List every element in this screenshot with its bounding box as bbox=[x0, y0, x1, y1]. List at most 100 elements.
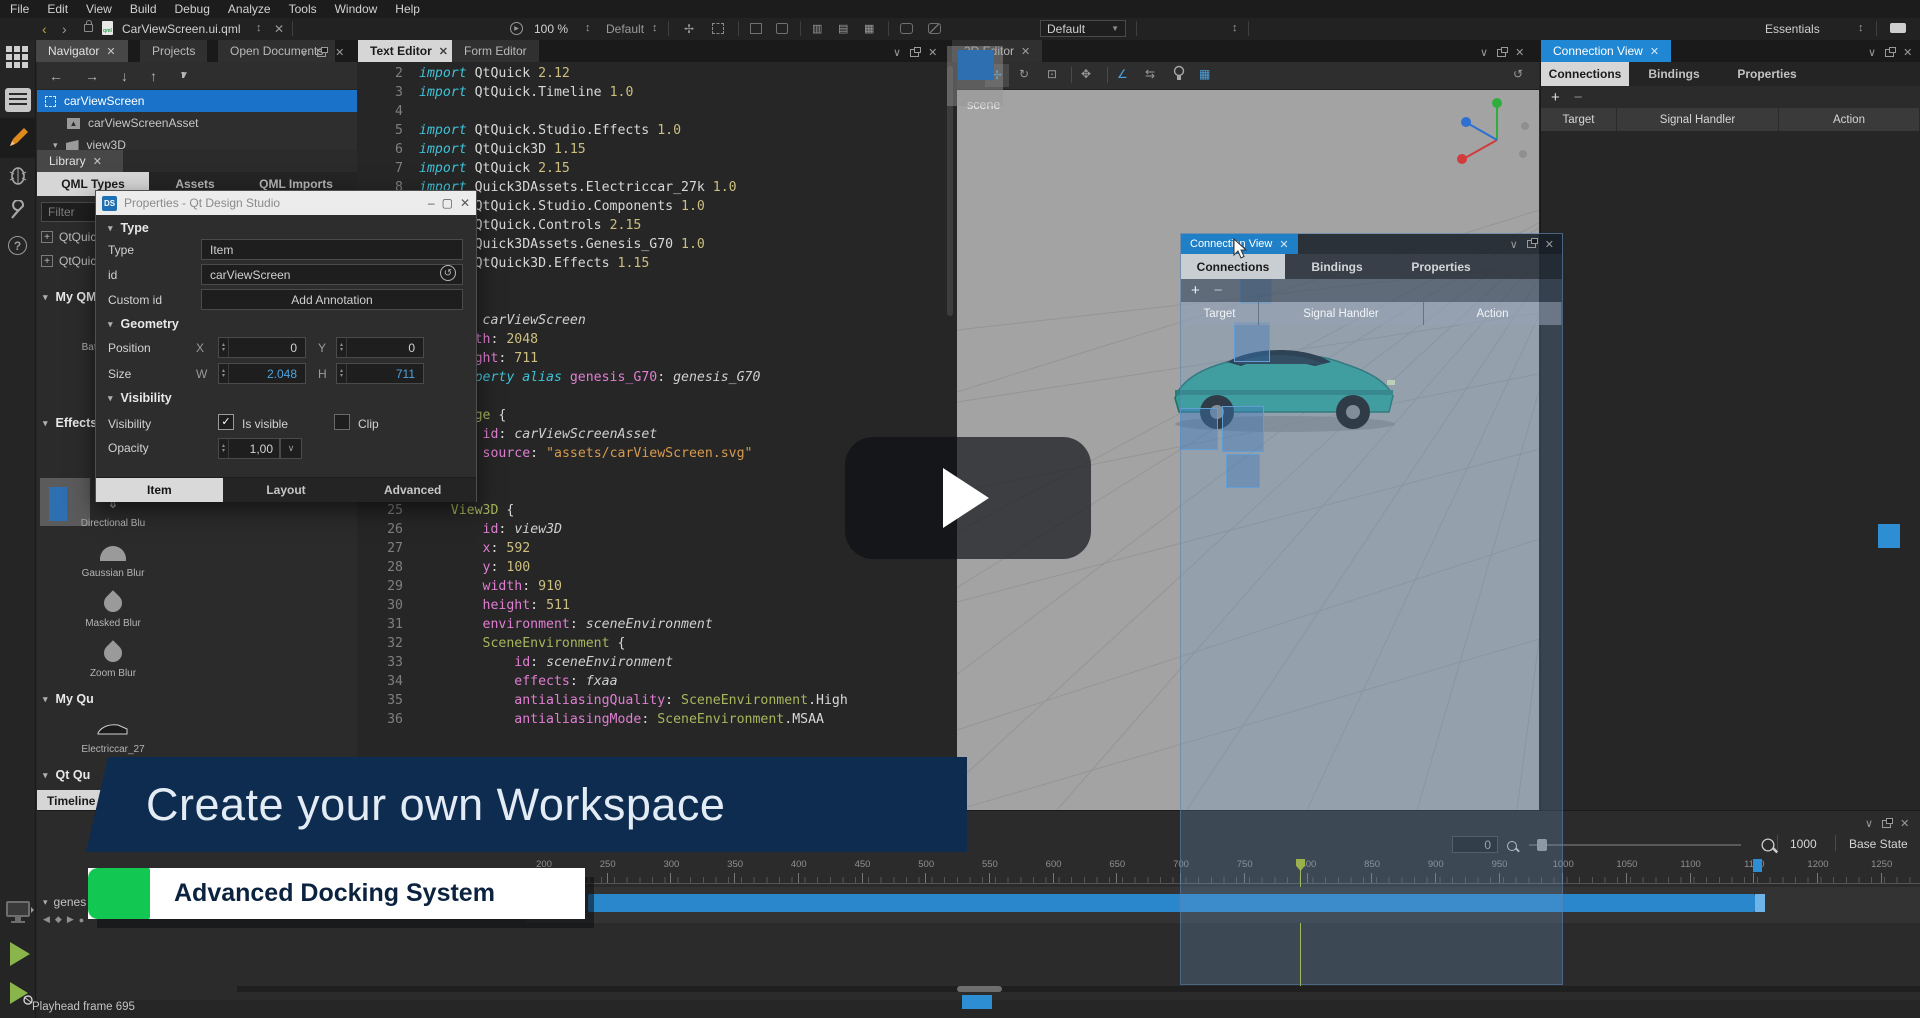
expand-caret-icon[interactable]: ▾ bbox=[53, 140, 58, 151]
add-annotation-button[interactable]: Add Annotation bbox=[201, 289, 463, 310]
axis-gizmo[interactable] bbox=[1447, 92, 1537, 172]
run-button[interactable] bbox=[8, 940, 32, 971]
document-spinner-icon[interactable]: ↕ bbox=[256, 22, 262, 34]
snap-icon[interactable]: ⇆ bbox=[1145, 67, 1155, 81]
type-field[interactable]: Item bbox=[201, 239, 463, 260]
menu-analyze[interactable]: Analyze bbox=[228, 2, 271, 16]
rotate-tool-icon[interactable]: ↻ bbox=[1019, 67, 1029, 81]
base-state-button[interactable]: Base State bbox=[1849, 837, 1908, 851]
floating-panel-controls[interactable]: ∨✕ bbox=[1510, 238, 1562, 251]
move-anchor-icon[interactable]: ✢ bbox=[684, 22, 694, 36]
tab-connection-view[interactable]: Connection View✕ bbox=[1541, 40, 1671, 62]
close-icon[interactable]: ✕ bbox=[1279, 238, 1288, 251]
debug-mode-icon[interactable] bbox=[8, 164, 28, 189]
minimize-icon[interactable]: – bbox=[428, 196, 435, 210]
timeline-hscroll[interactable] bbox=[237, 986, 1920, 992]
style-spinner-icon[interactable]: ↕ bbox=[652, 22, 658, 34]
tab-library[interactable]: Library✕ bbox=[37, 150, 123, 172]
zoom-level[interactable]: 100 % bbox=[534, 22, 568, 36]
rows-icon[interactable]: ▥ bbox=[812, 22, 822, 35]
dialog-tab-layout[interactable]: Layout bbox=[223, 478, 350, 502]
help-icon[interactable]: ? bbox=[8, 236, 27, 255]
nav-move-down-icon[interactable]: ↓ bbox=[121, 68, 128, 84]
frame-add-icon[interactable] bbox=[776, 23, 788, 34]
tab-projects[interactable]: Projects bbox=[140, 40, 207, 62]
close-icon[interactable]: ✕ bbox=[1650, 45, 1659, 58]
column-action[interactable]: Action bbox=[1779, 108, 1920, 131]
library-section-header[interactable]: ▾Effects bbox=[43, 416, 97, 430]
forward-icon[interactable]: › bbox=[62, 21, 67, 37]
menu-file[interactable]: File bbox=[10, 2, 29, 16]
track-label-row[interactable]: ▾ genes bbox=[43, 895, 86, 909]
opacity-field[interactable]: ▴▾ 1,00 bbox=[218, 438, 280, 459]
open-document-name[interactable]: CarViewScreen.ui.qml bbox=[122, 22, 241, 36]
library-section-header[interactable]: ▾My QM bbox=[43, 290, 97, 304]
keyframe-controls[interactable]: ◀◆▶● bbox=[43, 914, 84, 925]
is-visible-checkbox[interactable]: ✓ bbox=[218, 414, 234, 430]
menu-help[interactable]: Help bbox=[395, 2, 420, 16]
id-field[interactable]: carViewScreen bbox=[201, 264, 463, 285]
timeline-panel-controls[interactable]: ∨✕ bbox=[1865, 817, 1909, 830]
y-field[interactable]: ▴▾ 0 bbox=[336, 337, 424, 358]
fit-selected-icon[interactable]: ✥ bbox=[1081, 67, 1091, 81]
selection-export-icon[interactable] bbox=[712, 23, 724, 34]
design-mode-active[interactable] bbox=[0, 118, 36, 158]
maximize-icon[interactable]: ▢ bbox=[442, 196, 453, 210]
tab-navigator[interactable]: Navigator✕ bbox=[36, 40, 128, 62]
kit-monitor-icon[interactable] bbox=[4, 898, 34, 931]
floating-remove-button[interactable]: − bbox=[1214, 282, 1223, 299]
debug-run-button[interactable] bbox=[8, 980, 34, 1013]
run-preview-icon[interactable]: ▶ bbox=[510, 22, 523, 35]
menu-debug[interactable]: Debug bbox=[175, 2, 210, 16]
filter-icon[interactable]: ▼ bbox=[179, 70, 189, 81]
zoom-in-icon[interactable] bbox=[1762, 839, 1775, 852]
remove-connection-button[interactable]: − bbox=[1574, 89, 1583, 106]
dialog-tab-item[interactable]: Item bbox=[96, 478, 223, 502]
close-icon[interactable]: ✕ bbox=[1021, 45, 1030, 58]
library-section-header[interactable]: ▾My Qu bbox=[43, 692, 94, 706]
h-field[interactable]: ▴▾ 711 bbox=[336, 363, 424, 384]
menu-tools[interactable]: Tools bbox=[289, 2, 317, 16]
tab-connections[interactable]: Connections bbox=[1541, 62, 1629, 86]
scale-tool-icon[interactable]: ⊡ bbox=[1047, 67, 1057, 81]
frame-icon[interactable] bbox=[750, 23, 762, 34]
merge-icon[interactable] bbox=[900, 23, 913, 34]
projects-wrench-icon[interactable] bbox=[8, 200, 28, 225]
menu-edit[interactable]: Edit bbox=[47, 2, 68, 16]
x-field[interactable]: ▴▾ 0 bbox=[218, 337, 306, 358]
floating-tab-bindings[interactable]: Bindings bbox=[1285, 254, 1389, 279]
opacity-dropdown[interactable]: ∨ bbox=[280, 438, 302, 459]
menu-build[interactable]: Build bbox=[130, 2, 157, 16]
clip-checkbox[interactable] bbox=[334, 414, 350, 430]
apps-grid-icon[interactable] bbox=[6, 46, 28, 68]
column-target[interactable]: Target bbox=[1541, 108, 1617, 131]
perspective-selector[interactable]: Essentials bbox=[1765, 22, 1820, 36]
connection-panel-controls[interactable]: ∨✕ bbox=[1868, 46, 1912, 59]
library-section-header[interactable]: ▾Qt Qu bbox=[43, 768, 90, 782]
floating-connection-view[interactable]: Connection View✕ ∨✕ Connections Bindings… bbox=[1180, 233, 1563, 985]
kit-spinner-icon[interactable]: ↕ bbox=[1232, 22, 1238, 34]
add-connection-button[interactable]: + bbox=[1551, 89, 1560, 106]
tree-item-carviewscreenasset[interactable]: ▲ carViewScreenAsset bbox=[37, 112, 357, 134]
orientation-icon[interactable]: ∠ bbox=[1117, 67, 1128, 81]
slash-icon[interactable] bbox=[928, 23, 941, 34]
lock-icon[interactable] bbox=[84, 24, 93, 32]
floating-column-action[interactable]: Action bbox=[1424, 302, 1562, 325]
dialog-tab-advanced[interactable]: Advanced bbox=[349, 478, 476, 502]
video-play-button[interactable] bbox=[845, 437, 1091, 559]
floating-column-signal-handler[interactable]: Signal Handler bbox=[1259, 302, 1424, 325]
timeline-end-field[interactable]: 1000 bbox=[1790, 837, 1817, 851]
section-visibility[interactable]: ▾Visibility bbox=[108, 391, 172, 405]
menu-window[interactable]: Window bbox=[335, 2, 378, 16]
editor-panel-controls[interactable]: ∨✕ bbox=[893, 46, 937, 59]
zoom-spinner-icon[interactable]: ↕ bbox=[585, 22, 591, 34]
close-icon[interactable]: ✕ bbox=[106, 45, 115, 58]
kit-selector[interactable]: Default▼ bbox=[1040, 20, 1126, 37]
floating-column-target[interactable]: Target bbox=[1181, 302, 1259, 325]
column-signal-handler[interactable]: Signal Handler bbox=[1617, 108, 1779, 131]
timeline-bottom-marker[interactable] bbox=[962, 995, 992, 1009]
close-icon[interactable]: ✕ bbox=[460, 196, 470, 210]
reset-view-icon[interactable]: ↺ bbox=[1513, 67, 1523, 81]
floating-add-button[interactable]: + bbox=[1191, 282, 1200, 299]
menu-view[interactable]: View bbox=[86, 2, 112, 16]
